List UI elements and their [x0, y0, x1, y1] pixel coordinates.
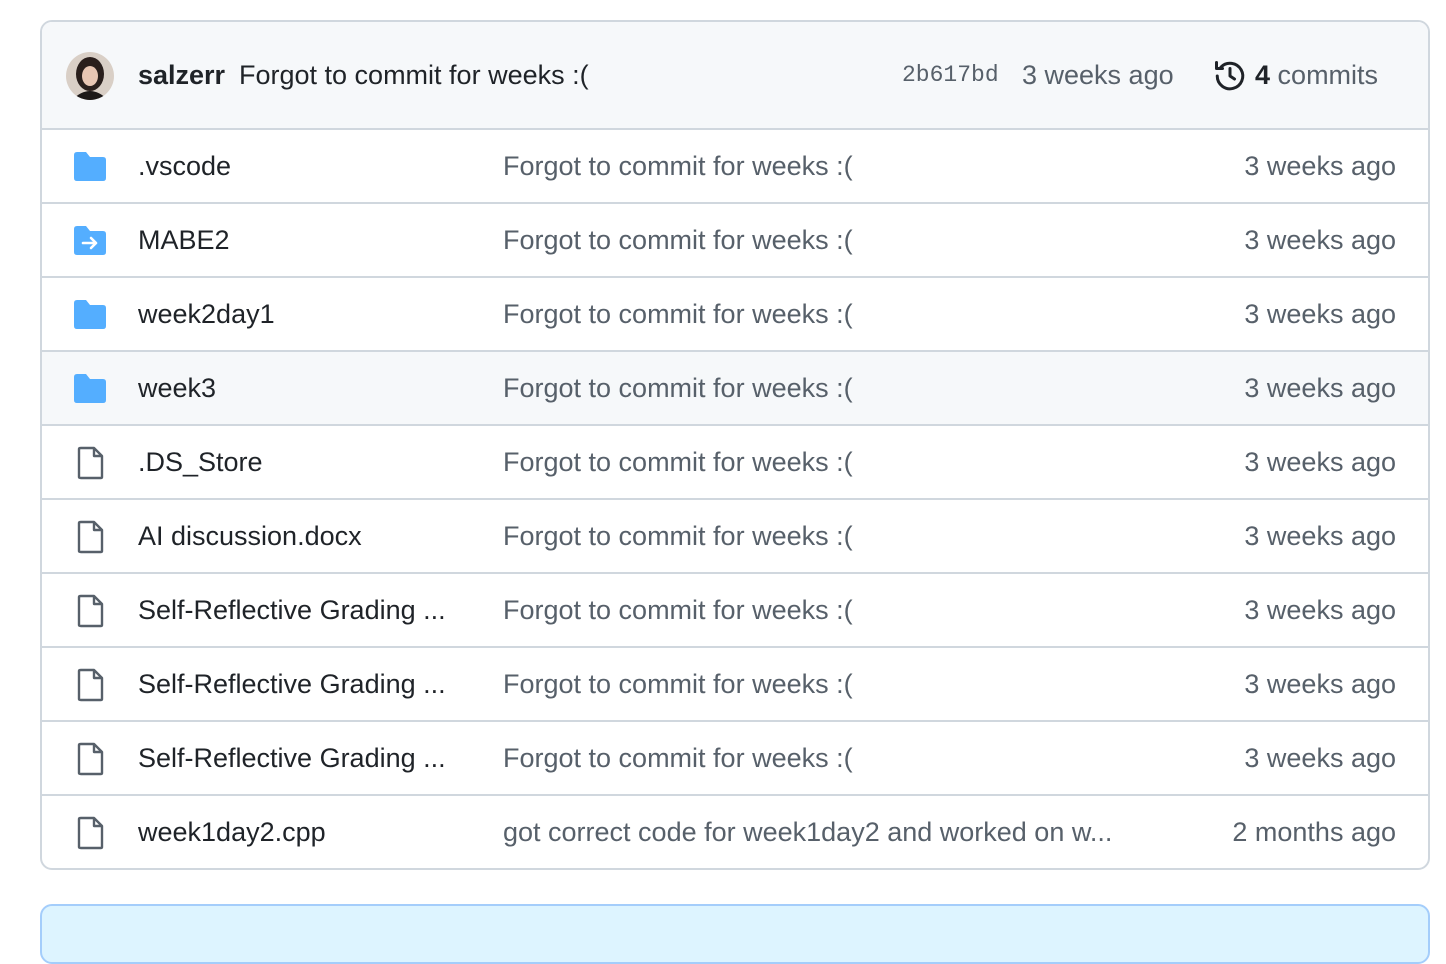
file-name-link[interactable]: Self-Reflective Grading ...: [138, 743, 446, 774]
file-commit-message-link[interactable]: Forgot to commit for weeks :(: [503, 743, 853, 774]
file-name-link[interactable]: week1day2.cpp: [138, 817, 326, 848]
file-icon: [72, 816, 108, 850]
file-row[interactable]: .vscode Forgot to commit for weeks :( 3 we…: [42, 130, 1428, 204]
file-commit-time: 3 weeks ago: [1244, 224, 1396, 255]
file-commit-time: 3 weeks ago: [1244, 446, 1396, 477]
folder-icon: [72, 298, 108, 332]
file-icon: [72, 594, 108, 628]
folder-icon: [72, 150, 108, 184]
file-commit-time: 2 months ago: [1232, 816, 1396, 847]
file-commit-message-link[interactable]: Forgot to commit for weeks :(: [503, 299, 853, 330]
file-icon: [72, 742, 108, 776]
file-icon: [72, 668, 108, 702]
file-row[interactable]: Self-Reflective Grading ... Forgot to com…: [42, 574, 1428, 648]
file-row[interactable]: .DS_Store Forgot to commit for weeks :( 3 …: [42, 426, 1428, 500]
file-commit-time: 3 weeks ago: [1244, 372, 1396, 403]
file-row[interactable]: Self-Reflective Grading ... Forgot to com…: [42, 722, 1428, 796]
file-commit-time: 3 weeks ago: [1244, 150, 1396, 181]
file-icon: [72, 446, 108, 480]
file-commit-message-link[interactable]: got correct code for week1day2 and worke…: [503, 817, 1112, 848]
file-commit-message-link[interactable]: Forgot to commit for weeks :(: [503, 447, 853, 478]
commit-time: 3 weeks ago: [1022, 59, 1174, 90]
file-commit-time: 3 weeks ago: [1244, 742, 1396, 773]
folder-icon: [72, 372, 108, 406]
file-name-link[interactable]: week3: [138, 373, 216, 404]
commit-count: 4: [1255, 59, 1271, 90]
submodule-folder-icon: [72, 224, 108, 258]
file-row[interactable]: week1day2.cpp got correct code for week1d…: [42, 796, 1428, 868]
file-name-link[interactable]: AI discussion.docx: [138, 521, 362, 552]
file-name-link[interactable]: Self-Reflective Grading ...: [138, 595, 446, 626]
file-row[interactable]: Self-Reflective Grading ... Forgot to com…: [42, 648, 1428, 722]
readme-notice: [40, 904, 1430, 964]
file-name-link[interactable]: MABE2: [138, 225, 230, 256]
file-name-link[interactable]: Self-Reflective Grading ...: [138, 669, 446, 700]
commit-author[interactable]: salzerr: [138, 60, 225, 91]
commits-link[interactable]: 4 commits: [1255, 60, 1378, 91]
file-icon: [72, 520, 108, 554]
file-browser: salzerr Forgot to commit for weeks :( 2b…: [40, 20, 1430, 870]
file-commit-message-link[interactable]: Forgot to commit for weeks :(: [503, 669, 853, 700]
file-commit-time: 3 weeks ago: [1244, 298, 1396, 329]
avatar[interactable]: [66, 52, 114, 100]
file-commit-time: 3 weeks ago: [1244, 520, 1396, 551]
commit-message[interactable]: Forgot to commit for weeks :(: [239, 60, 589, 91]
file-commit-message-link[interactable]: Forgot to commit for weeks :(: [503, 225, 853, 256]
file-commit-message-link[interactable]: Forgot to commit for weeks :(: [503, 151, 853, 182]
file-row[interactable]: week2day1 Forgot to commit for weeks :( 3 …: [42, 278, 1428, 352]
file-list: .vscode Forgot to commit for weeks :( 3 we…: [42, 130, 1428, 868]
file-name-link[interactable]: week2day1: [138, 299, 275, 330]
file-commit-message-link[interactable]: Forgot to commit for weeks :(: [503, 373, 853, 404]
latest-commit-header: salzerr Forgot to commit for weeks :( 2b…: [42, 22, 1428, 130]
history-icon[interactable]: [1212, 58, 1248, 94]
file-commit-message-link[interactable]: Forgot to commit for weeks :(: [503, 595, 853, 626]
file-commit-time: 3 weeks ago: [1244, 594, 1396, 625]
file-name-link[interactable]: .DS_Store: [138, 447, 263, 478]
file-commit-message-link[interactable]: Forgot to commit for weeks :(: [503, 521, 853, 552]
commit-sha[interactable]: 2b617bd: [902, 62, 999, 88]
commits-label: commits: [1277, 59, 1379, 90]
file-name-link[interactable]: .vscode: [138, 151, 231, 182]
file-row[interactable]: week3 Forgot to commit for weeks :( 3 week…: [42, 352, 1428, 426]
file-row[interactable]: AI discussion.docx Forgot to commit for w…: [42, 500, 1428, 574]
file-row[interactable]: MABE2 Forgot to commit for weeks :( 3 week…: [42, 204, 1428, 278]
file-commit-time: 3 weeks ago: [1244, 668, 1396, 699]
